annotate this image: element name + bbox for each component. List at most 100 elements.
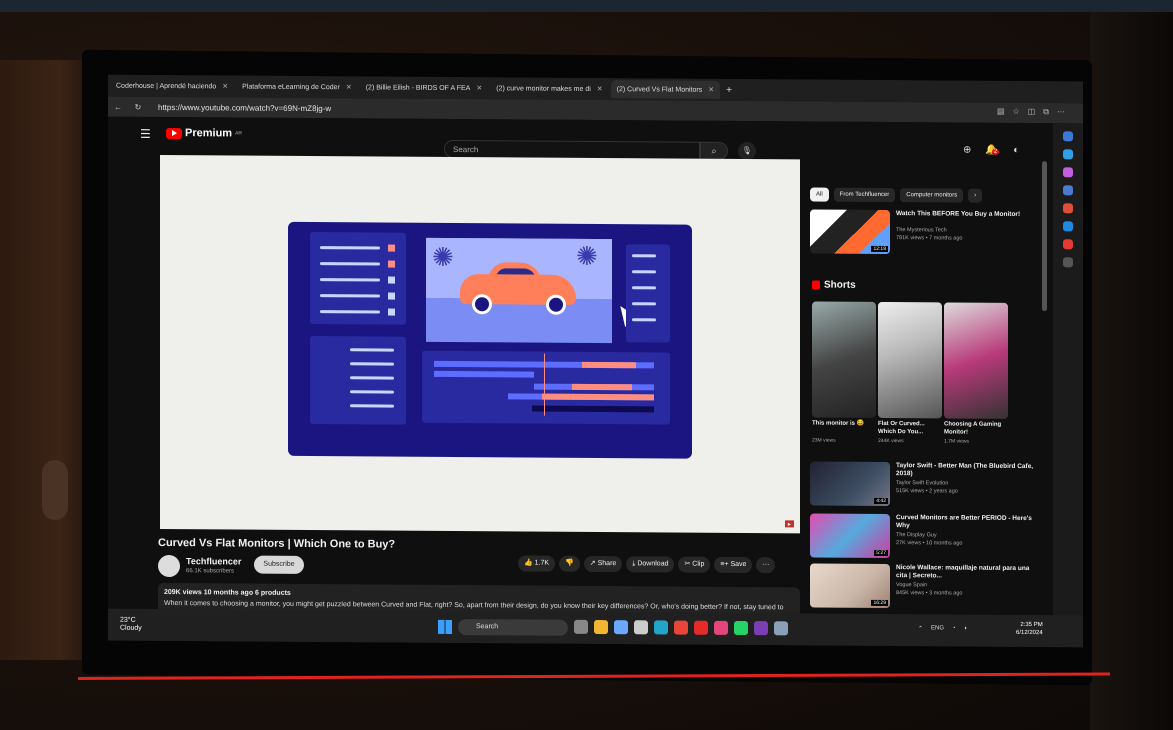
settings-icon[interactable] (774, 621, 788, 636)
tools-icon[interactable] (1063, 167, 1073, 178)
short-title: Choosing A Gaming Monitor! (944, 421, 1002, 436)
close-icon[interactable]: ✕ (476, 84, 482, 92)
chevron-right-icon[interactable]: › (968, 188, 983, 203)
lang-indicator[interactable]: ENG (931, 625, 944, 632)
task-view-icon[interactable] (574, 619, 588, 634)
browser-tab[interactable]: Plataforma eLearning de Coder ✕ (236, 77, 358, 96)
short-thumbnail[interactable] (878, 301, 942, 419)
video-illustration: ✺ ✺ (288, 221, 692, 459)
reader-icon[interactable]: ▤ (997, 107, 1005, 117)
shorts-heading: Shorts (812, 280, 856, 291)
calculator-icon[interactable] (634, 620, 648, 635)
windows-start-icon[interactable] (438, 619, 452, 634)
chip[interactable]: All (810, 187, 829, 202)
video-thumbnail[interactable]: 16:29 (810, 563, 890, 609)
browser-tab[interactable]: (2) curve monitor makes me di ✕ (490, 79, 608, 98)
back-icon[interactable]: ← (108, 102, 128, 111)
refresh-icon[interactable]: ↻ (128, 102, 148, 111)
chip[interactable]: From Techfluencer (833, 187, 896, 203)
more-actions-button[interactable]: ··· (756, 557, 776, 574)
chevron-up-icon[interactable]: ⌃ (918, 625, 923, 632)
video-title: Taylor Swift - Better Man (The Bluebird … (896, 462, 1034, 478)
channel-avatar[interactable] (158, 554, 180, 578)
onenote-icon[interactable] (754, 621, 768, 636)
opera-icon[interactable] (694, 620, 708, 635)
short-views: 244K views (878, 437, 904, 445)
like-button[interactable]: 👍 1.7K (518, 555, 556, 572)
avatar[interactable]: ◐ (1013, 145, 1019, 156)
date: 6/12/2024 (1016, 629, 1043, 637)
search-icon[interactable]: ⌕ (700, 141, 728, 160)
microphone-icon[interactable]: 🎙 (738, 141, 756, 161)
recommended-video[interactable]: 5:27 Curved Monitors are Better PERIOD -… (810, 513, 1045, 559)
add-icon[interactable] (1063, 257, 1073, 268)
close-icon[interactable]: ✕ (597, 85, 603, 93)
illus-car-photo: ✺ ✺ (426, 237, 612, 344)
dislike-button[interactable]: 👎 (559, 555, 580, 572)
new-tab-button[interactable]: + (726, 84, 732, 95)
recommended-video[interactable]: 16:29 Nicole Wallace: maquillaje natural… (810, 563, 1045, 609)
download-button[interactable]: ⤓ Download (626, 556, 675, 573)
short-title: This monitor is 😂 (812, 420, 865, 427)
video-player[interactable]: ✺ ✺ ▶ (160, 154, 800, 534)
volume-icon[interactable]: ◖ (964, 626, 968, 633)
recommended-video[interactable]: 12:18 Watch This BEFORE You Buy a Monito… (810, 209, 1045, 255)
youtube-header: ☰ Premium AR Search ⌕ 🎙 ⊕ 🔔2 ◐ (108, 116, 1053, 161)
youtube-logo[interactable]: Premium AR (166, 127, 242, 140)
notifications-icon[interactable]: 🔔2 (985, 145, 1000, 156)
clip-button[interactable]: ✂ Clip (678, 556, 711, 573)
channel-subscribers: 66.1K subscribers (186, 568, 235, 575)
weather-condition: Cloudy (120, 624, 142, 632)
edge-icon[interactable] (654, 620, 668, 635)
close-icon[interactable]: ✕ (708, 86, 714, 94)
close-icon[interactable]: ✕ (222, 82, 228, 90)
search-icon[interactable] (1063, 131, 1073, 142)
collections-icon[interactable]: ⧉ (1043, 107, 1049, 117)
channel-name[interactable]: Techfluencer (186, 556, 241, 566)
recommended-video[interactable]: 4:42 Taylor Swift - Better Man (The Blue… (810, 461, 1045, 507)
clock[interactable]: 2:35 PM 6/12/2024 (1016, 621, 1043, 637)
browser-tab[interactable]: Coderhouse | Aprendé haciendo ✕ (110, 77, 234, 96)
shopping-icon[interactable] (1063, 149, 1073, 160)
more-icon[interactable]: ⋯ (1057, 107, 1065, 117)
weather-widget[interactable]: 23°C Cloudy (120, 617, 142, 633)
hamburger-menu-icon[interactable]: ☰ (140, 127, 151, 141)
split-icon[interactable]: ◫ (1028, 107, 1036, 117)
youtube-icon[interactable] (1063, 239, 1073, 250)
scrollbar[interactable] (1042, 161, 1047, 312)
video-thumbnail[interactable]: 4:42 (810, 461, 890, 507)
system-tray: ⌃ ENG ◔ ◖ (918, 625, 967, 632)
file-explorer-icon[interactable] (594, 619, 608, 635)
short-thumbnail[interactable] (944, 302, 1008, 419)
taskbar-search[interactable]: Search (458, 619, 568, 636)
url-field[interactable]: https://www.youtube.com/watch?v=69N-mZ8j… (158, 102, 331, 112)
instagram-icon[interactable] (714, 620, 728, 635)
wifi-icon[interactable]: ◔ (952, 625, 956, 632)
chip[interactable]: Computer monitors (900, 188, 964, 203)
video-title: Curved Vs Flat Monitors | Which One to B… (158, 536, 396, 551)
chrome-icon[interactable] (674, 620, 688, 635)
video-actions: 👍 1.7K 👎 ↗ Share ⤓ Download ✂ Clip ≡+ Sa… (518, 555, 776, 574)
video-thumbnail[interactable]: 12:18 (810, 209, 890, 255)
store-icon[interactable] (614, 620, 628, 635)
games-icon[interactable] (1063, 185, 1073, 196)
video-meta: 515K views • 2 years ago (896, 488, 958, 495)
whatsapp-icon[interactable] (734, 620, 748, 636)
close-icon[interactable]: ✕ (346, 83, 352, 91)
duration-badge: 16:29 (871, 599, 888, 607)
save-button[interactable]: ≡+ Save (714, 556, 753, 574)
outlook-icon[interactable] (1063, 221, 1073, 232)
share-button[interactable]: ↗ Share (583, 555, 623, 573)
browser-tab[interactable]: (2) Billie Eilish - BIRDS OF A FEA ✕ (360, 78, 489, 97)
subscribe-button[interactable]: Subscribe (254, 555, 304, 574)
short-thumbnail[interactable] (812, 301, 876, 418)
thumbs-up-icon: 👍 (524, 559, 535, 567)
create-icon[interactable]: ⊕ (963, 145, 971, 156)
favorite-icon[interactable]: ☆ (1013, 107, 1020, 117)
logo-text: Premium (185, 127, 233, 140)
video-thumbnail[interactable]: 5:27 (810, 513, 890, 559)
download-label: Download (637, 560, 669, 568)
browser-sidebar (1053, 123, 1083, 648)
office-icon[interactable] (1063, 203, 1073, 214)
browser-tab-active[interactable]: (2) Curved Vs Flat Monitors ✕ (610, 80, 721, 99)
